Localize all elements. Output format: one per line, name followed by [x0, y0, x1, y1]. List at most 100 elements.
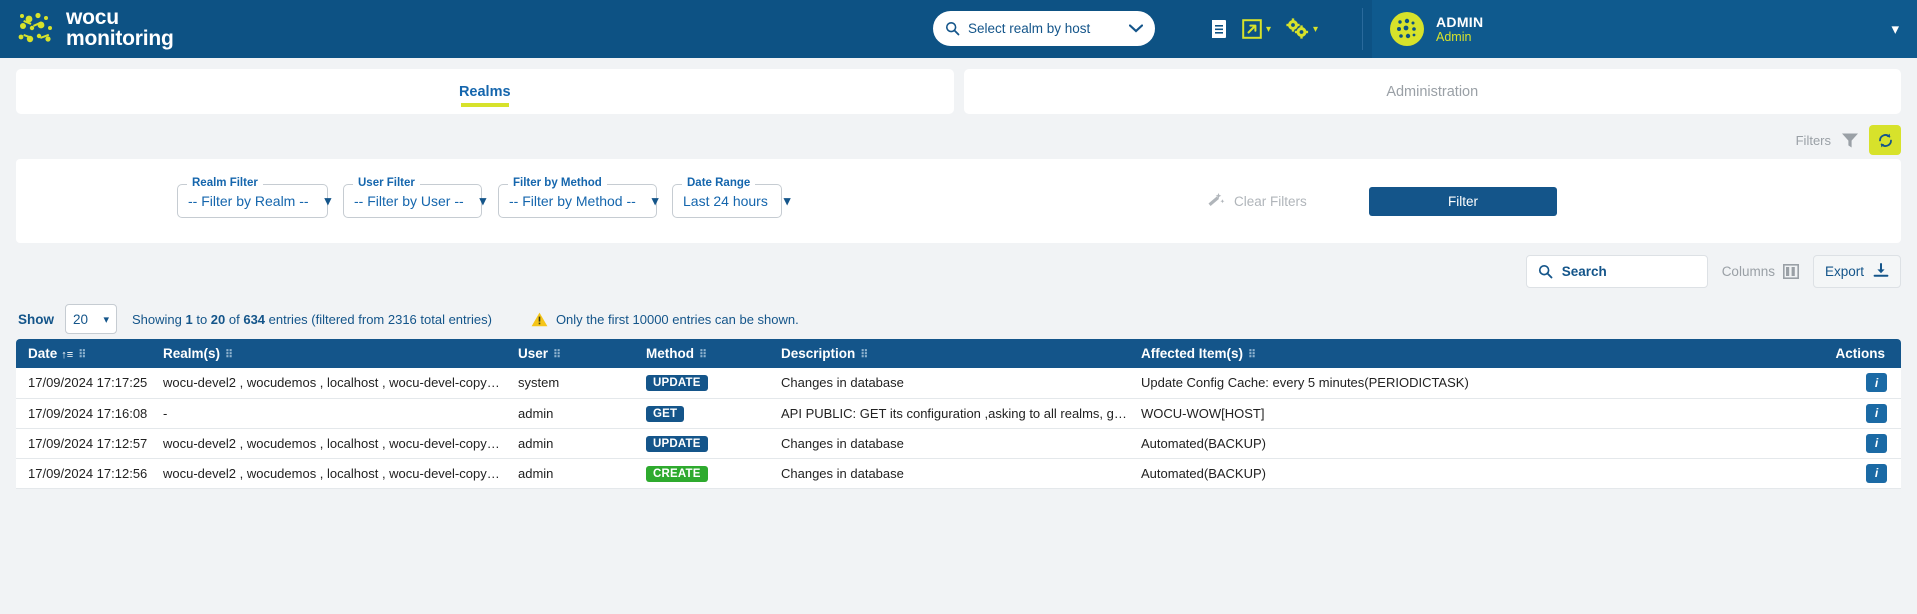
chevron-down-icon [1129, 24, 1143, 33]
column-header-description[interactable]: Description ⠿ [769, 339, 1129, 368]
date-range-select[interactable]: Date Range Last 24 hours ▾ [672, 177, 790, 218]
funnel-icon[interactable] [1841, 132, 1859, 149]
user-filter-select[interactable]: User Filter -- Filter by User -- ▾ [343, 177, 486, 218]
column-header-affected-items[interactable]: Affected Item(s) ⠿ [1129, 339, 1629, 368]
filter-submit-button[interactable]: Filter [1369, 186, 1557, 216]
cell-affected-items: WOCU-WOW[HOST] [1129, 398, 1629, 429]
cell-method: CREATE [634, 458, 769, 489]
tab-active-underline [460, 103, 509, 107]
cell-user: admin [506, 458, 634, 489]
cell-method: UPDATE [634, 428, 769, 459]
audit-log-table: Date ↑≡ ⠿ Realm(s) ⠿ User ⠿ Method ⠿ Descript… [16, 339, 1901, 489]
method-badge: UPDATE [646, 375, 708, 392]
realm-search-input[interactable]: Select realm by host [933, 11, 1155, 46]
drag-grip-icon[interactable]: ⠿ [553, 349, 561, 361]
cell-affected-items: Automated(BACKUP) [1129, 428, 1629, 459]
showing-from: 1 [185, 311, 193, 327]
info-button[interactable]: i [1866, 373, 1887, 393]
search-icon [1538, 264, 1553, 278]
realm-filter-legend: Realm Filter [187, 177, 263, 189]
date-range-value: Last 24 hours [683, 193, 768, 209]
brand-logo[interactable]: wocu monitoring [0, 8, 174, 49]
realm-filter-value: -- Filter by Realm -- [188, 193, 309, 209]
cell-user: admin [506, 398, 634, 429]
table-row[interactable]: 17/09/2024 17:12:57 wocu-devel2 , wocudem… [16, 428, 1901, 459]
column-header-date[interactable]: Date ↑≡ ⠿ [16, 339, 151, 368]
cell-actions: i [1629, 458, 1901, 489]
method-badge: UPDATE [646, 435, 708, 452]
method-filter-select[interactable]: Filter by Method -- Filter by Method -- … [498, 177, 659, 218]
chevron-down-icon: ▾ [783, 193, 791, 208]
export-label: Export [1824, 263, 1864, 279]
cell-actions: i [1629, 368, 1901, 399]
method-badge: GET [646, 405, 685, 422]
cell-realms: wocu-devel2 , wocudemos , localhost , wo… [151, 368, 506, 399]
header-icon-group: ▾ ▾ [1210, 0, 1318, 58]
drag-grip-icon[interactable]: ⠿ [699, 349, 707, 361]
pagination-summary: Show 20 ▾ Showing 1 to 20 of 634 entries… [0, 299, 1917, 339]
table-row[interactable]: 17/09/2024 17:12:56 wocu-devel2 , wocudem… [16, 458, 1901, 489]
tab-realms-label: Realms [458, 83, 511, 100]
search-input[interactable]: Search [1525, 254, 1708, 288]
table-row[interactable]: 17/09/2024 17:16:08- admin GET API PUBLIC: … [16, 398, 1901, 429]
chevron-down-icon: ▾ [1891, 21, 1899, 38]
info-button[interactable]: i [1866, 463, 1887, 483]
drag-grip-icon[interactable]: ⠿ [1248, 349, 1256, 361]
tab-administration[interactable]: Administration [963, 69, 1901, 114]
page-size-select[interactable]: 20 ▾ [65, 304, 117, 334]
cell-date: 17/09/2024 17:12:56 [16, 458, 151, 489]
info-button[interactable]: i [1866, 433, 1887, 453]
header-divider [1362, 8, 1363, 50]
columns-icon [1782, 263, 1799, 279]
method-filter-legend: Filter by Method [508, 177, 607, 189]
drag-grip-icon[interactable]: ⠿ [860, 349, 868, 361]
chevron-down-icon: ▾ [1266, 23, 1272, 35]
show-label: Show [18, 311, 54, 327]
info-button[interactable]: i [1866, 403, 1887, 423]
drag-grip-icon[interactable]: ⠿ [78, 349, 86, 361]
settings-gears-button[interactable]: ▾ [1285, 18, 1318, 40]
user-name: ADMIN [1436, 13, 1484, 30]
wocu-logo-icon [18, 12, 52, 43]
external-link-icon-button[interactable]: ▾ [1242, 19, 1271, 39]
cell-date: 17/09/2024 17:12:57 [16, 428, 151, 459]
page-size-value: 20 [73, 311, 89, 327]
table-header-row: Date ↑≡ ⠿ Realm(s) ⠿ User ⠿ Method ⠿ Descript… [16, 339, 1901, 368]
avatar-pattern-icon [1397, 18, 1416, 39]
column-header-realms[interactable]: Realm(s) ⠿ [151, 339, 506, 368]
method-filter-value: -- Filter by Method -- [509, 193, 636, 209]
realm-search-container: Select realm by host [933, 11, 1155, 46]
refresh-button[interactable] [1869, 125, 1901, 155]
export-button[interactable]: Export [1812, 254, 1901, 288]
chevron-down-icon: ▾ [1313, 23, 1319, 35]
tab-realms[interactable]: Realms [16, 69, 954, 114]
clear-filters-label: Clear Filters [1234, 193, 1307, 209]
column-header-user[interactable]: User ⠿ [506, 339, 634, 368]
book-icon-button[interactable] [1210, 19, 1228, 39]
filters-toggle-label[interactable]: Filters [1796, 133, 1831, 148]
tab-administration-label: Administration [1386, 83, 1479, 100]
columns-button[interactable]: Columns [1722, 264, 1799, 279]
entries-warning-text: Only the first 10000 entries can be show… [555, 311, 799, 327]
realm-search-placeholder: Select realm by host [968, 21, 1091, 36]
cell-actions: i [1629, 398, 1901, 429]
cell-realms: wocu-devel2 , wocudemos , localhost , wo… [151, 428, 506, 459]
columns-label: Columns [1721, 263, 1775, 279]
column-header-method[interactable]: Method ⠿ [634, 339, 769, 368]
cell-realms: - [151, 398, 506, 429]
user-filter-value: -- Filter by User -- [354, 193, 464, 209]
cell-affected-items: Automated(BACKUP) [1129, 458, 1629, 489]
table-row[interactable]: 17/09/2024 17:17:25 wocu-devel2 , wocudem… [16, 368, 1901, 399]
clear-filters-button[interactable]: Clear Filters [1207, 192, 1307, 210]
filter-panel: Realm Filter -- Filter by Realm -- ▾ Use… [16, 159, 1901, 243]
drag-grip-icon[interactable]: ⠿ [225, 349, 233, 361]
brand-name-line2: monitoring [66, 27, 174, 50]
user-filter-legend: User Filter [353, 177, 420, 189]
user-menu[interactable]: ADMIN Admin ▾ [1372, 0, 1917, 58]
gears-icon [1286, 18, 1309, 39]
sort-asc-icon: ↑≡ [61, 349, 74, 361]
realm-filter-select[interactable]: Realm Filter -- Filter by Realm -- ▾ [177, 177, 331, 218]
cell-description: Changes in database [769, 458, 1129, 489]
chevron-down-icon: ▾ [651, 193, 659, 208]
chevron-down-icon: ▾ [324, 193, 332, 208]
